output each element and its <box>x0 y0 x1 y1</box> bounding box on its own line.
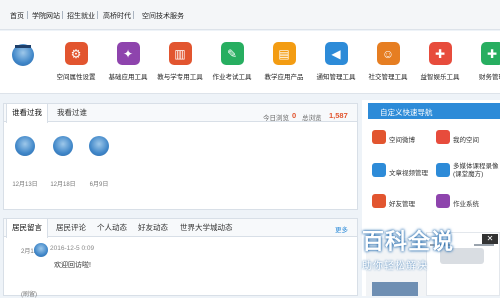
nav-divider <box>62 11 63 19</box>
nav-divider <box>97 11 98 19</box>
tool-finance[interactable]: ✚ 财务管理 <box>466 42 500 81</box>
today-views-value: 0 <box>292 111 296 120</box>
home-icon <box>436 130 450 144</box>
drone-rotor <box>474 244 494 246</box>
nav-gaoqiao-era[interactable]: 高桥时代 <box>103 11 131 21</box>
visitor-item[interactable]: 6月9日 <box>84 136 114 188</box>
entry-avatar[interactable] <box>34 243 48 257</box>
top-nav-bar: 首页 学院网站 招生就业 高桥时代 空间技术服务 <box>0 0 500 30</box>
tab-personal-updates[interactable]: 个人动态 <box>92 219 132 237</box>
tab-who-visited-me[interactable]: 谁看过我 <box>6 104 48 123</box>
tool-exam[interactable]: ✎ 作业考试工具 <box>206 42 258 81</box>
quick-link-weibo[interactable]: 空间微博 <box>389 134 415 144</box>
tab-world-university-updates[interactable]: 世界大学城动态 <box>175 219 238 237</box>
mascot-cap <box>15 45 31 48</box>
today-views-label: 今日浏览 <box>263 112 289 122</box>
tab-resident-comments[interactable]: 居民评论 <box>51 219 91 237</box>
tool-label: 作业考试工具 <box>206 71 258 81</box>
tool-settings[interactable]: ⚙ 空间属性设置 <box>50 42 102 81</box>
total-views-value: 1,587 <box>329 111 348 120</box>
books-icon: ▥ <box>169 42 192 65</box>
visitors-panel: 谁看过我 我看过谁 今日浏览 0 总浏览 1,587 12月13日 12月18日… <box>3 103 358 210</box>
watermark: 百科全说 助你轻松解决 <box>362 224 454 272</box>
nav-divider <box>27 11 28 19</box>
watermark-title: 百科全说 <box>362 224 454 256</box>
nav-admissions[interactable]: 招生就业 <box>67 11 95 21</box>
weibo-icon <box>372 130 386 144</box>
visitor-date: 12月18日 <box>48 179 78 188</box>
nav-home[interactable]: 首页 <box>10 11 24 21</box>
speaker-icon: ◀ <box>325 42 348 65</box>
settings-icon: ⚙ <box>65 42 88 65</box>
visitor-date: 12月13日 <box>10 179 40 188</box>
social-icon: ☺ <box>377 42 400 65</box>
nav-space-tech[interactable]: 空间技术服务 <box>142 11 184 21</box>
puzzle-icon: ✚ <box>429 42 452 65</box>
more-link[interactable]: 更多 <box>335 224 348 234</box>
visitor-avatar <box>53 136 73 156</box>
tool-label: 通知管理工具 <box>310 71 362 81</box>
video-icon <box>436 163 450 177</box>
visitor-avatar <box>15 136 35 156</box>
tab-friend-updates[interactable]: 好友动态 <box>133 219 173 237</box>
tool-label: 教与学专用工具 <box>154 71 206 81</box>
tool-label: 财务管理 <box>466 71 500 81</box>
tool-label: 益智娱乐工具 <box>414 71 466 81</box>
total-views-label: 总浏览 <box>302 112 322 122</box>
finance-icon: ✚ <box>481 42 500 65</box>
tool-teaching[interactable]: ▤ 教学应用产品 <box>258 42 310 81</box>
quick-link-my-space[interactable]: 我的空间 <box>453 134 479 144</box>
watermark-subtitle: 助你轻松解决 <box>362 257 454 272</box>
nav-college-site[interactable]: 学院网站 <box>32 11 60 21</box>
visitor-avatar <box>89 136 109 156</box>
entry-author: (刷留) <box>21 289 37 298</box>
tool-social[interactable]: ☺ 社交管理工具 <box>362 42 414 81</box>
tool-puzzle[interactable]: ✚ 益智娱乐工具 <box>414 42 466 81</box>
tool-app[interactable]: ✦ 基础应用工具 <box>102 42 154 81</box>
tool-label: 基础应用工具 <box>102 71 154 81</box>
thumbnail-photo[interactable] <box>372 282 418 296</box>
messages-tab-row: 居民留言 居民评论 个人动态 好友动态 世界大学城动态 <box>4 219 357 237</box>
quick-link-friends[interactable]: 好友管理 <box>389 198 415 208</box>
quick-nav-title: 自定义快速导航 <box>380 107 433 118</box>
tool-label: 教学应用产品 <box>258 71 310 81</box>
teaching-icon: ▤ <box>273 42 296 65</box>
entry-text: 欢迎回访啦! <box>54 260 91 270</box>
tool-label: 社交管理工具 <box>362 71 414 81</box>
quick-link-homework[interactable]: 作业系统 <box>453 198 479 208</box>
tab-who-i-visited[interactable]: 我看过谁 <box>52 104 92 122</box>
homework-icon <box>436 194 450 208</box>
article-icon <box>372 163 386 177</box>
close-icon[interactable]: ✕ <box>482 234 498 244</box>
tool-speaker[interactable]: ◀ 通知管理工具 <box>310 42 362 81</box>
messages-panel: 居民留言 居民评论 个人动态 好友动态 世界大学城动态 更多 2月13日 201… <box>3 218 358 296</box>
visitor-item[interactable]: 12月18日 <box>48 136 78 188</box>
exam-icon: ✎ <box>221 42 244 65</box>
nav-divider <box>133 11 134 19</box>
friends-icon <box>372 194 386 208</box>
visitor-item[interactable]: 12月13日 <box>10 136 40 188</box>
quick-link-multimedia[interactable]: 多媒体课程录像(课堂魔方) <box>453 163 499 179</box>
visitor-date: 6月9日 <box>84 179 114 188</box>
app-icon: ✦ <box>117 42 140 65</box>
quick-link-articles[interactable]: 文章视频管理 <box>389 167 428 177</box>
entry-timestamp: 2016-12-5 0:09 <box>50 245 94 252</box>
tab-resident-messages[interactable]: 居民留言 <box>6 219 48 238</box>
tool-books[interactable]: ▥ 教与学专用工具 <box>154 42 206 81</box>
quick-nav-header: 自定义快速导航 <box>368 103 500 119</box>
tool-label: 空间属性设置 <box>50 71 102 81</box>
